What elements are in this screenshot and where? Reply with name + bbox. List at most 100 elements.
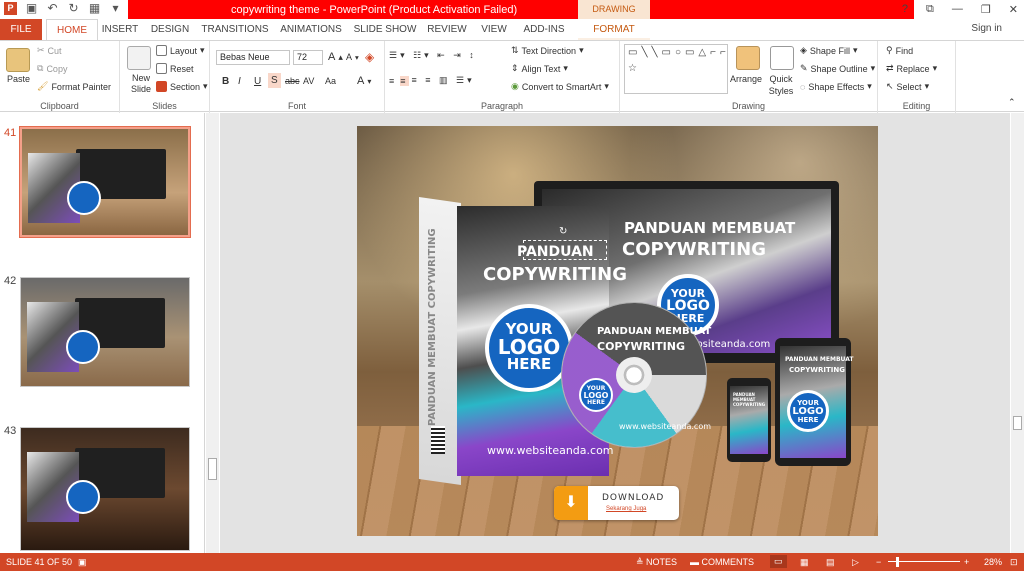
sign-in-link[interactable]: Sign in: [971, 23, 1002, 34]
select-button[interactable]: ↖ Select ▾: [886, 81, 929, 92]
thumb-number-43: 43: [4, 425, 17, 437]
text-direction-button[interactable]: ⇅ Text Direction ▾: [511, 45, 584, 56]
replace-button[interactable]: ⇄ Replace ▾: [886, 63, 937, 74]
alignment-buttons[interactable]: ≡ ≡ ≡ ≡ ▥ ☰▾: [389, 75, 475, 86]
restore-button[interactable]: ❐: [981, 3, 991, 16]
zoom-in-button[interactable]: +: [964, 557, 969, 567]
list-buttons[interactable]: ☰▾ ☷▾ ⇤ ⇥ ↕: [389, 50, 477, 61]
clipboard-label: Clipboard: [40, 101, 79, 111]
underline-button[interactable]: U: [254, 76, 261, 87]
copy-icon: ⧉: [37, 63, 44, 73]
ribbon-display-button[interactable]: ⧉: [926, 3, 934, 16]
paste-button[interactable]: Paste: [7, 74, 30, 84]
quick-styles-icon[interactable]: [770, 46, 794, 70]
thumbnail-scroll-thumb[interactable]: [208, 458, 217, 480]
slides-label: Slides: [152, 101, 177, 111]
thumbnail-scrollbar[interactable]: [206, 113, 219, 553]
new-slide-icon[interactable]: [127, 46, 151, 70]
copy-button[interactable]: ⧉ Copy: [37, 63, 67, 74]
shape-fill-button[interactable]: ◈ Shape Fill ▾: [800, 45, 857, 56]
tab-animations[interactable]: ANIMATIONS: [278, 19, 344, 40]
selected-textbox-outline[interactable]: [523, 240, 607, 260]
notes-button[interactable]: ≜ NOTES: [636, 557, 677, 568]
ribbon: Paste ✂ Cut ⧉ Copy 🖌 Format Painter Clipboa…: [0, 40, 1024, 113]
zoom-level[interactable]: 28%: [984, 557, 1002, 567]
download-badge[interactable]: ⬇ DOWNLOAD Sekarang Juga: [554, 486, 679, 520]
strikethrough-button[interactable]: abc: [285, 76, 300, 86]
monitor-title-2: COPYWRITING: [622, 239, 766, 260]
find-button[interactable]: ⚲ Find: [886, 45, 913, 56]
tab-insert[interactable]: INSERT: [100, 19, 140, 40]
character-spacing-button[interactable]: AV: [303, 76, 314, 86]
zoom-out-button[interactable]: −: [876, 557, 881, 567]
drawing-group: ▭╲╲▭○▭△⌐⌐⇨⇩◯⬡↯↗⌒⌒{}☆ Arrange Quick Style…: [620, 41, 878, 113]
current-slide[interactable]: PANDUAN MEMBUAT COPYWRITING websiteanda.…: [357, 126, 878, 536]
align-text-button[interactable]: ⇕ Align Text ▾: [511, 63, 568, 74]
tab-add-ins[interactable]: ADD-INS: [518, 19, 570, 40]
tab-review[interactable]: REVIEW: [426, 19, 468, 40]
help-button[interactable]: ?: [902, 3, 908, 16]
slide-scroll-thumb[interactable]: [1013, 416, 1022, 430]
fit-slide-icon[interactable]: ⊡: [1010, 557, 1018, 568]
thumbnail-slide-43[interactable]: [20, 427, 190, 551]
tab-format[interactable]: FORMAT: [580, 19, 648, 40]
cut-button[interactable]: ✂ Cut: [37, 45, 62, 56]
shape-outline-button[interactable]: ✎ Shape Outline ▾: [800, 63, 875, 74]
start-from-beginning-icon[interactable]: ▦: [88, 2, 101, 15]
new-slide-button[interactable]: New Slide: [126, 73, 156, 95]
spell-check-icon[interactable]: ▣: [78, 557, 87, 568]
tab-slide-show[interactable]: SLIDE SHOW: [352, 19, 418, 40]
arrange-icon[interactable]: [736, 46, 760, 70]
zoom-slider-thumb[interactable]: [896, 557, 899, 567]
arrange-button[interactable]: Arrange: [730, 74, 762, 84]
comments-button[interactable]: ▬ COMMENTS: [690, 557, 754, 567]
reset-icon: [156, 63, 167, 74]
slide-scrollbar[interactable]: [1011, 113, 1024, 553]
font-color-button[interactable]: A ▾: [357, 75, 371, 87]
slide-sorter-button[interactable]: ▦: [800, 557, 809, 568]
phone-title: PANDUAN MEMBUAT COPYWRITING: [733, 392, 765, 407]
font-name-box[interactable]: Bebas Neue: [216, 50, 290, 65]
download-label: DOWNLOAD: [602, 493, 665, 503]
customize-qat-icon[interactable]: ▾: [109, 2, 122, 15]
slide-show-button[interactable]: ▷: [852, 557, 859, 568]
powerpoint-app-icon: P: [4, 2, 17, 15]
rotate-handle-icon[interactable]: ↻: [559, 226, 567, 237]
tab-home[interactable]: HOME: [46, 19, 98, 40]
tab-design[interactable]: DESIGN: [148, 19, 192, 40]
tab-file[interactable]: FILE: [0, 19, 42, 40]
save-icon[interactable]: ▣: [25, 2, 38, 15]
shape-effects-button[interactable]: ◌ Shape Effects ▾: [800, 81, 872, 92]
shapes-gallery[interactable]: ▭╲╲▭○▭△⌐⌐⇨⇩◯⬡↯↗⌒⌒{}☆: [624, 44, 728, 94]
format-painter-button[interactable]: 🖌 Format Painter: [37, 81, 111, 92]
clear-formatting-button[interactable]: ◈: [365, 50, 374, 64]
change-case-button[interactable]: Aa: [325, 76, 336, 86]
thumbnail-slide-41[interactable]: [19, 126, 191, 238]
shadow-button[interactable]: S: [268, 73, 281, 88]
reading-view-button[interactable]: ▤: [826, 557, 835, 568]
convert-smartart-button[interactable]: ◉ Convert to SmartArt ▾: [511, 81, 609, 92]
paste-icon[interactable]: [6, 48, 30, 72]
italic-button[interactable]: I: [238, 76, 241, 87]
tablet-title-1: PANDUAN MEMBUAT: [785, 356, 854, 363]
collapse-ribbon-icon[interactable]: ⌃: [1008, 97, 1016, 108]
layout-button[interactable]: Layout ▾: [156, 45, 205, 56]
tab-transitions[interactable]: TRANSITIONS: [200, 19, 270, 40]
pen-icon: ✎: [800, 63, 808, 73]
download-icon: ⬇: [554, 486, 588, 520]
tab-view[interactable]: VIEW: [476, 19, 512, 40]
section-button[interactable]: Section ▾: [156, 81, 208, 92]
quick-styles-button[interactable]: Quick Styles: [766, 73, 796, 97]
redo-icon[interactable]: ↻: [67, 2, 80, 15]
grow-font-button[interactable]: A ▴: [328, 51, 343, 63]
undo-icon[interactable]: ↶: [46, 2, 59, 15]
normal-view-button[interactable]: ▭: [770, 555, 787, 568]
bold-button[interactable]: B: [222, 76, 229, 87]
reset-button[interactable]: Reset: [156, 63, 194, 74]
shrink-font-button[interactable]: A ▾: [346, 52, 359, 62]
box-side-text: PANDUAN MEMBUAT COPYWRITING: [427, 228, 438, 426]
font-size-box[interactable]: 72: [293, 50, 323, 65]
thumbnail-slide-42[interactable]: [20, 277, 190, 387]
close-button[interactable]: ✕: [1009, 3, 1018, 16]
minimize-button[interactable]: —: [952, 3, 963, 16]
